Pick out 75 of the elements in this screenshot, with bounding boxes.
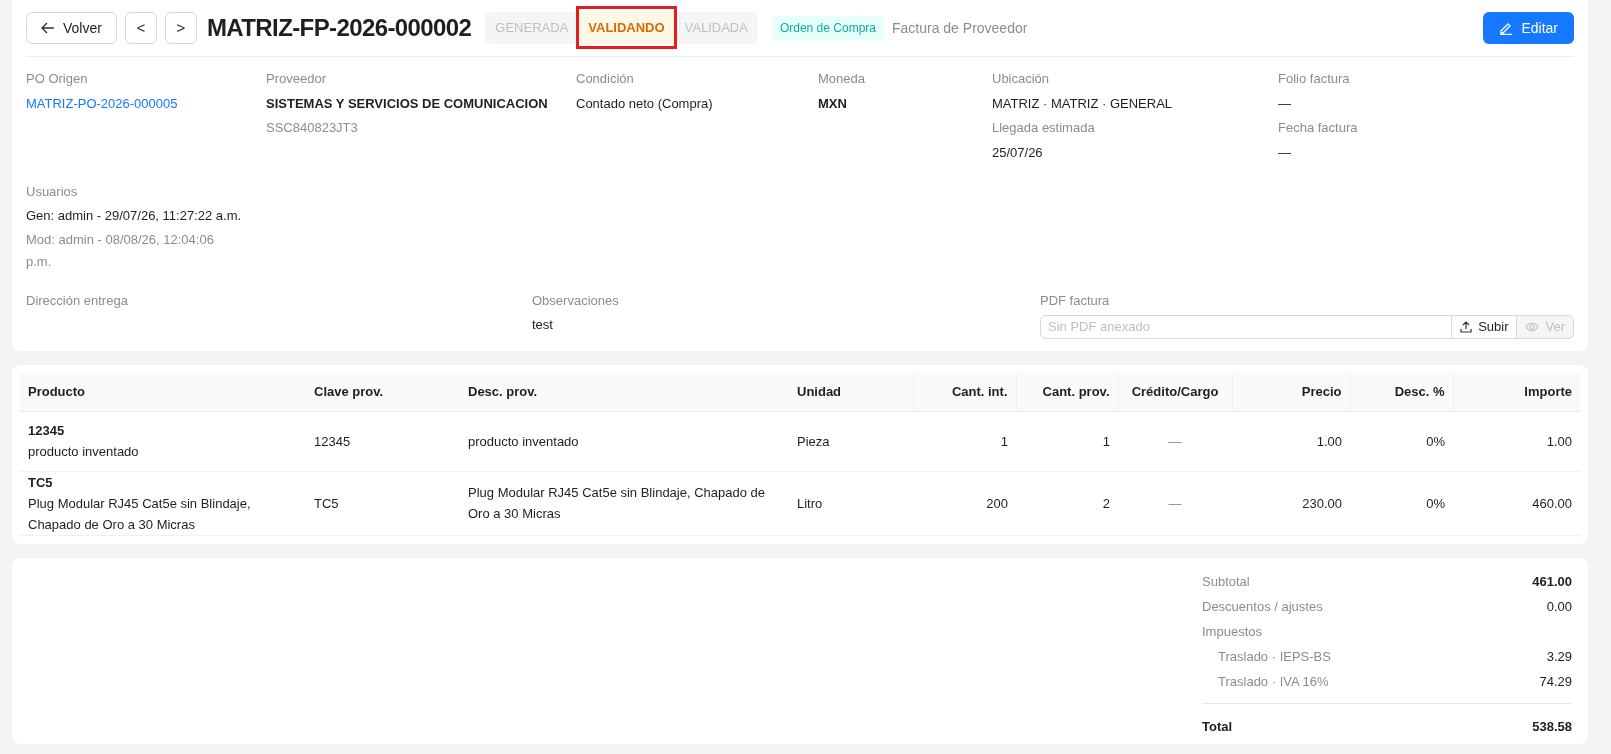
column-header: Desc. % xyxy=(1350,373,1453,411)
field-label: Llegada estimada xyxy=(992,119,1096,137)
column-header: Precio xyxy=(1232,373,1350,411)
document-title: MATRIZ-FP-2026-000002 xyxy=(206,13,472,43)
field-label: Fecha factura xyxy=(1278,119,1359,137)
table-cell: Pieza xyxy=(789,411,913,471)
document-type: Factura de Proveedor xyxy=(892,18,1028,38)
total-label: Traslado · IVA 16% xyxy=(1217,673,1329,692)
field-label: PDF factura xyxy=(1040,292,1111,310)
field-label: Moneda xyxy=(818,70,866,88)
field-value: SSC840823JT3 xyxy=(266,119,359,137)
column-header: Clave prov. xyxy=(306,373,460,411)
prev-button[interactable]: < xyxy=(124,12,157,44)
field-label: Condición xyxy=(576,70,635,88)
field-value: — xyxy=(1278,94,1292,113)
field-value: MXN xyxy=(818,94,848,113)
table-cell: 2 xyxy=(1016,471,1118,535)
total-value: 3.29 xyxy=(1546,648,1572,667)
product-name: Plug Modular RJ45 Cat5e sin Blindaje, Chapado de Oro a 30 Micras xyxy=(28,494,252,534)
column-header: Cant. int. xyxy=(913,373,1016,411)
table-cell: 200 xyxy=(913,471,1016,535)
field-value: 25/07/26 xyxy=(992,143,1044,162)
table-cell: producto inventado xyxy=(460,411,789,471)
total-label: Total xyxy=(1202,718,1233,737)
total-label: Subtotal xyxy=(1202,573,1250,592)
field-label: Folio factura xyxy=(1278,70,1351,88)
table-cell: 230.00 xyxy=(1232,471,1350,535)
column-header: Cant. prov. xyxy=(1016,373,1118,411)
table-cell: — xyxy=(1118,411,1232,471)
total-value: 0.00 xyxy=(1546,598,1572,617)
table-cell: — xyxy=(1118,471,1232,535)
total-value: 538.58 xyxy=(1532,718,1572,737)
product-code: 12345 xyxy=(28,422,66,440)
field-value: MATRIZ · MATRIZ · GENERAL xyxy=(992,94,1174,113)
back-button[interactable]: Volver xyxy=(26,12,117,44)
table-cell: 460.00 xyxy=(1453,471,1580,535)
table-cell: Plug Modular RJ45 Cat5e sin Blindaje, Chapado de Oro a 30 Micras xyxy=(460,471,789,535)
table-cell: TC5 xyxy=(306,471,460,535)
po-link[interactable]: MATRIZ-PO-2026-000005 xyxy=(26,93,266,113)
table-cell: 0% xyxy=(1350,471,1453,535)
total-value: 74.29 xyxy=(1539,673,1572,692)
column-header: Producto xyxy=(20,373,306,411)
table-cell: 1.00 xyxy=(1453,411,1580,471)
table-cell: 1.00 xyxy=(1232,411,1350,471)
column-header: Crédito/Cargo xyxy=(1118,373,1232,411)
field-label: Proveedor xyxy=(266,70,327,88)
product-code: TC5 xyxy=(28,473,54,492)
total-label: Traslado · IEPS-BS xyxy=(1217,648,1331,667)
field-value: Mod: admin - 08/08/26, 12:04:06 p.m. xyxy=(26,231,215,271)
table-cell: 1 xyxy=(913,411,1016,471)
field-label: Usuarios xyxy=(26,183,79,201)
field-value: Gen: admin - 29/07/26, 11:27:22 a.m. xyxy=(26,206,241,225)
table-cell: 12345 xyxy=(306,411,460,471)
table-cell: Litro xyxy=(789,471,913,535)
product-name: producto inventado xyxy=(28,443,140,461)
total-label: Impuestos xyxy=(1202,623,1262,642)
field-label: Dirección entrega xyxy=(26,292,129,310)
table-cell: 0% xyxy=(1350,411,1453,471)
field-value: — xyxy=(1278,143,1292,162)
column-header: Unidad xyxy=(789,373,913,411)
total-value: 461.00 xyxy=(1532,573,1572,592)
field-value: test xyxy=(532,315,554,334)
field-label: PO Origen xyxy=(26,70,89,88)
edit-button[interactable]: Editar xyxy=(1483,12,1574,44)
pdf-field[interactable]: Sin PDF anexado xyxy=(1040,314,1453,339)
column-header: Importe xyxy=(1453,373,1580,411)
field-label: Observaciones xyxy=(532,292,620,310)
column-header: Desc. prov. xyxy=(460,373,789,411)
next-button[interactable]: > xyxy=(164,12,197,44)
field-value: Contado neto (Compra) xyxy=(576,94,714,113)
type-tag: Orden de Compra xyxy=(771,16,884,40)
field-label: Ubicación xyxy=(992,70,1051,88)
field-value: SISTEMAS Y SERVICIOS DE COMUNICACION xyxy=(266,94,549,113)
table-cell: 1 xyxy=(1016,411,1118,471)
total-label: Descuentos / ajustes xyxy=(1202,598,1323,617)
